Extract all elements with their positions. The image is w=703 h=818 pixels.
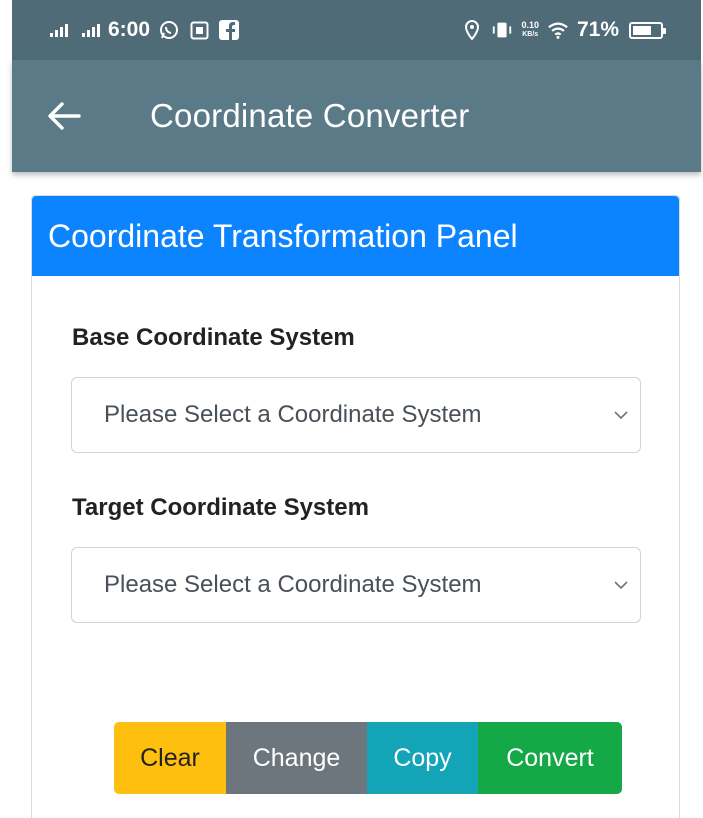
calendar-icon: [188, 19, 210, 41]
signal-icon: [82, 23, 100, 37]
network-speed: 0.10 KB/s: [521, 21, 539, 39]
app-bar: Coordinate Converter: [12, 60, 701, 172]
status-bar: 6:00 0.10 KB/s 71%: [12, 0, 701, 60]
status-bar-left: 6:00: [50, 18, 240, 42]
base-coordinate-label: Base Coordinate System: [72, 324, 355, 351]
status-bar-right: 0.10 KB/s 71%: [461, 18, 666, 42]
target-coordinate-select-value: Please Select a Coordinate System: [104, 571, 482, 598]
transformation-panel: Coordinate Transformation Panel Base Coo…: [31, 195, 680, 818]
page-title: Coordinate Converter: [150, 97, 470, 134]
action-button-group: Clear Change Copy Convert: [114, 722, 622, 794]
network-speed-value: 0.10: [521, 20, 539, 30]
location-icon: [461, 19, 483, 41]
network-speed-unit: KB/s: [522, 31, 539, 38]
convert-button[interactable]: Convert: [478, 722, 622, 794]
copy-button[interactable]: Copy: [367, 722, 478, 794]
chevron-down-icon: [614, 411, 628, 420]
base-coordinate-select[interactable]: Please Select a Coordinate System: [71, 377, 641, 453]
target-coordinate-label: Target Coordinate System: [72, 494, 369, 521]
back-button[interactable]: [34, 86, 94, 146]
vibrate-icon: [491, 19, 513, 41]
battery-fill: [633, 25, 651, 35]
battery-percent: 71%: [576, 18, 619, 41]
clear-button[interactable]: Clear: [114, 722, 226, 794]
chevron-down-icon: [614, 581, 628, 590]
panel-header: Coordinate Transformation Panel: [32, 196, 679, 276]
base-coordinate-select-value: Please Select a Coordinate System: [104, 401, 482, 428]
change-button[interactable]: Change: [226, 722, 367, 794]
wifi-icon: [547, 19, 569, 41]
signal-icon: [50, 23, 68, 37]
battery-icon: [629, 21, 666, 39]
facebook-icon: [218, 19, 240, 41]
back-arrow-icon: [48, 102, 81, 130]
status-time: 6:00: [108, 18, 151, 41]
whatsapp-icon: [158, 19, 180, 41]
target-coordinate-select[interactable]: Please Select a Coordinate System: [71, 547, 641, 623]
